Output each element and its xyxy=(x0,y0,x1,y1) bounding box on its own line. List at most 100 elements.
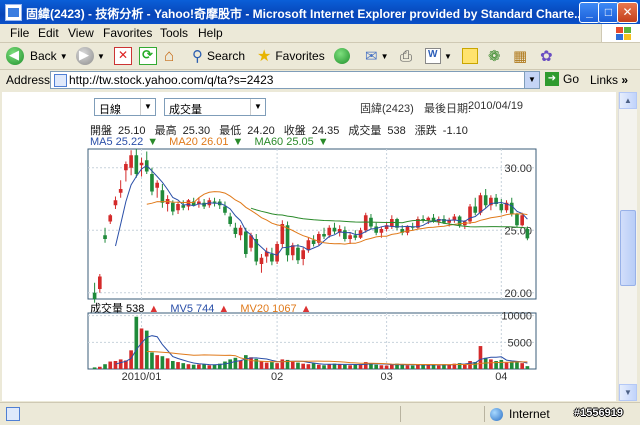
volume-bar xyxy=(92,367,97,369)
address-url[interactable]: http://tw.stock.yahoo.com/q/ta?s=2423 xyxy=(69,73,273,87)
volume-bar xyxy=(97,366,102,369)
scroll-down-button[interactable]: ▼ xyxy=(619,384,637,401)
watermark: #1556919 xyxy=(574,407,623,419)
volume-bar xyxy=(290,361,295,369)
volume-bar xyxy=(186,364,191,369)
research-button[interactable]: ▦ xyxy=(513,46,527,66)
volume-bar xyxy=(202,364,206,369)
candle-body xyxy=(139,162,144,166)
volume-bar xyxy=(478,346,483,369)
favorites-button[interactable]: ★ Favorites xyxy=(257,46,325,66)
history-button[interactable] xyxy=(334,46,350,66)
candle-body xyxy=(296,247,300,261)
candle-body xyxy=(363,215,368,231)
favorites-label: Favorites xyxy=(275,49,325,63)
volume-bar xyxy=(155,355,160,369)
print-button[interactable]: ⎙ xyxy=(400,46,412,66)
volume-bar xyxy=(374,364,379,369)
volume-bar xyxy=(296,362,300,369)
notes-button[interactable] xyxy=(462,46,478,66)
menu-view[interactable]: View xyxy=(68,26,94,40)
candle-body xyxy=(233,227,238,234)
candle-body xyxy=(223,206,227,213)
candle-body xyxy=(270,254,274,262)
search-icon: ⚲ xyxy=(192,48,203,65)
close-button[interactable]: ✕ xyxy=(617,2,638,23)
volume-bar xyxy=(410,365,415,369)
volume-bar xyxy=(384,365,389,369)
chevron-right-icon: » xyxy=(621,73,629,87)
search-button[interactable]: ⚲ Search xyxy=(192,46,245,66)
volume-bar xyxy=(134,316,139,369)
scroll-up-button[interactable]: ▲ xyxy=(619,92,637,109)
candle-body xyxy=(301,250,306,259)
candle-body xyxy=(181,205,186,208)
edit-word-button[interactable]: W ▼ xyxy=(425,46,452,66)
status-separator xyxy=(484,406,485,422)
scroll-thumb[interactable] xyxy=(620,210,636,286)
address-input[interactable]: http://tw.stock.yahoo.com/q/ta?s=2423 ▼ xyxy=(50,71,540,89)
volume-bar xyxy=(322,365,326,369)
menu-help[interactable]: Help xyxy=(198,26,223,40)
volume-bar xyxy=(489,359,493,369)
maximize-button[interactable]: □ xyxy=(598,2,619,23)
page-icon xyxy=(54,74,67,87)
candle-body xyxy=(515,214,519,226)
candle-body xyxy=(442,219,446,223)
menu-favorites[interactable]: Favorites xyxy=(103,26,152,40)
menu-bar: File Edit View Favorites Tools Help xyxy=(0,24,640,43)
star-icon: ★ xyxy=(257,48,272,65)
candle-body xyxy=(108,215,113,222)
minimize-button[interactable]: _ xyxy=(579,2,600,23)
chevron-down-icon[interactable]: ▼ xyxy=(97,52,105,61)
volume-bar xyxy=(379,365,384,369)
volume-bar xyxy=(499,359,504,369)
refresh-icon: ⟳ xyxy=(139,47,157,65)
candle-body xyxy=(238,227,243,236)
page-status-icon xyxy=(6,407,20,421)
page-content: 日線 ▼ 成交量 ▼ 固緯(2423) 最後日期: 2010/04/19 開盤 2… xyxy=(2,92,616,401)
go-arrow-icon: ➜ xyxy=(545,72,559,86)
volume-bar xyxy=(280,359,285,369)
home-button[interactable]: ⌂ xyxy=(164,46,174,66)
chevron-down-icon[interactable]: ▼ xyxy=(60,52,68,61)
links-button[interactable]: Links » xyxy=(590,73,628,87)
tool-extra-button[interactable]: ✿ xyxy=(540,46,553,66)
messenger-button[interactable]: ❁ xyxy=(488,46,501,66)
windows-logo-icon xyxy=(601,24,640,42)
chevron-down-icon[interactable]: ▼ xyxy=(524,72,539,88)
menu-file[interactable]: File xyxy=(10,26,29,40)
volume-bar xyxy=(249,357,253,369)
go-button[interactable]: ➜ Go xyxy=(545,72,579,86)
candle-body xyxy=(103,235,107,239)
refresh-button[interactable]: ⟳ xyxy=(139,46,157,66)
back-label: Back xyxy=(30,49,57,63)
volume-bar xyxy=(108,361,113,369)
security-zone: Internet xyxy=(490,407,550,421)
forward-button[interactable]: ▶ ▼ xyxy=(76,46,105,66)
chevron-down-icon[interactable]: ▼ xyxy=(444,52,452,61)
candle-body xyxy=(285,225,290,256)
volume-bar xyxy=(176,362,180,369)
back-button[interactable]: ◀ Back ▼ xyxy=(6,46,68,66)
candle-body xyxy=(379,229,384,233)
volume-bar xyxy=(426,365,431,369)
volume-bar xyxy=(306,364,311,369)
candle-body xyxy=(124,164,128,171)
candle-body xyxy=(483,195,488,206)
mail-button[interactable]: ✉ ▼ xyxy=(365,46,389,66)
price-tick-label: 20.00 xyxy=(504,288,532,300)
menu-edit[interactable]: Edit xyxy=(38,26,59,40)
candle-body xyxy=(374,226,379,233)
candle-body xyxy=(509,202,514,214)
volume-bar xyxy=(520,363,525,369)
toolbar: ◀ Back ▼ ▶ ▼ ✕ ⟳ ⌂ ⚲ Search ★ Favorites … xyxy=(0,43,640,70)
vertical-scrollbar[interactable]: ▲ ▼ xyxy=(618,92,637,401)
chevron-down-icon[interactable]: ▼ xyxy=(381,52,389,61)
candle-body xyxy=(150,174,154,192)
menu-tools[interactable]: Tools xyxy=(160,26,188,40)
volume-bar xyxy=(118,359,123,369)
volume-bar xyxy=(468,361,472,369)
stop-button[interactable]: ✕ xyxy=(114,46,132,66)
candle-body xyxy=(426,217,431,221)
